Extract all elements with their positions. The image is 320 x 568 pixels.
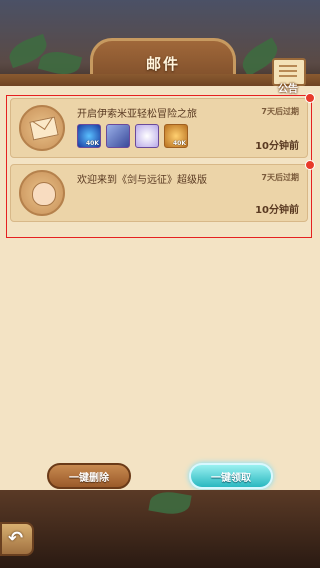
unread-badge <box>305 93 315 103</box>
back-button[interactable]: ↶ <box>0 522 34 556</box>
page-title: 邮件 <box>145 55 180 73</box>
claim-all-button[interactable]: 一键领取 <box>189 463 273 489</box>
notice-button[interactable]: 公告 <box>270 56 306 95</box>
unread-badge <box>305 160 315 170</box>
delete-all-button[interactable]: 一键删除 <box>47 463 131 489</box>
notice-label: 公告 <box>278 84 298 95</box>
selection-outline <box>6 95 312 238</box>
back-arrow-icon: ↶ <box>8 528 24 549</box>
